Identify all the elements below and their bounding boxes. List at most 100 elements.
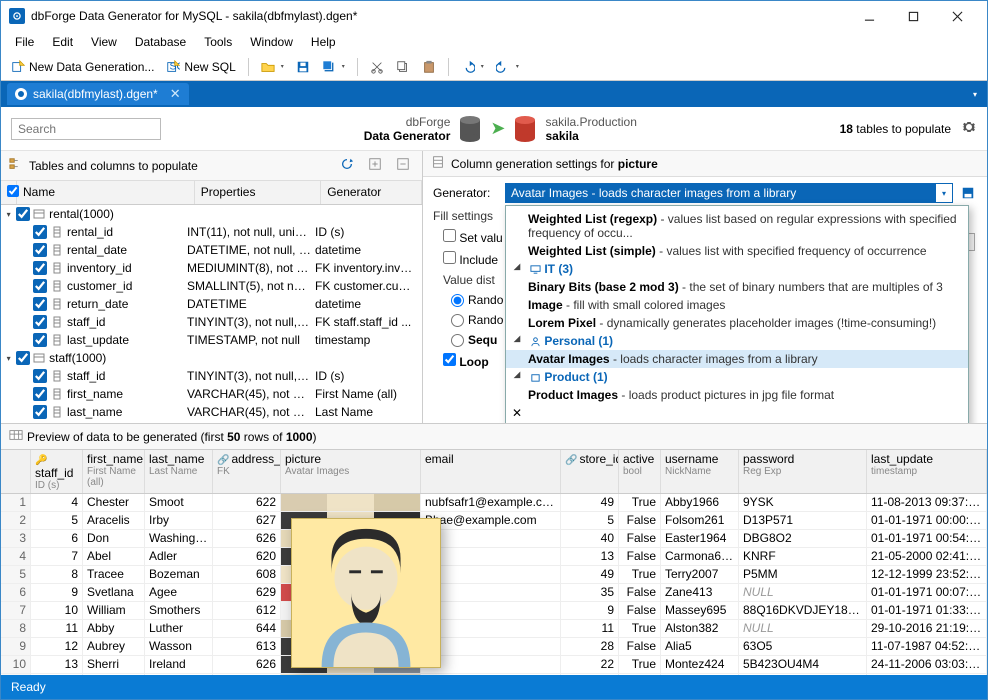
save-all-button[interactable]: ▾ xyxy=(318,58,349,76)
menu-tools[interactable]: Tools xyxy=(196,32,240,52)
undo-button[interactable]: ▾ xyxy=(457,58,488,76)
column-row[interactable]: last_updateTIMESTAMP, not nulltimestamp xyxy=(1,331,422,349)
summary-bar: dbForgeData Generator ➤ sakila.Productio… xyxy=(1,107,987,151)
column-row[interactable]: staff_idTINYINT(3), not null, uniq...ID … xyxy=(1,367,422,385)
grid-row[interactable]: 1013SherriIreland62622TrueMontez4245B423… xyxy=(1,656,987,674)
column-row[interactable]: customer_idSMALLINT(5), not null, un...F… xyxy=(1,277,422,295)
col-gen-header[interactable]: Generator xyxy=(321,181,422,204)
copy-button[interactable] xyxy=(392,58,414,76)
dropdown-item[interactable]: Avatar Images - loads character images f… xyxy=(506,350,968,368)
col-last-name[interactable]: last_nameLast Name xyxy=(145,450,213,493)
col-username[interactable]: usernameNickName xyxy=(661,450,739,493)
column-row[interactable]: rental_dateDATETIME, not null, uniquedat… xyxy=(1,241,422,259)
generator-dropdown[interactable]: Avatar Images - loads character images f… xyxy=(505,183,953,203)
dropdown-caret-icon[interactable]: ▾ xyxy=(935,183,953,203)
grid-row[interactable]: 1114AurelioBrackett60724FalseAshby200257… xyxy=(1,674,987,675)
grid-row[interactable]: 710WilliamSmothers6129FalseMassey69588Q1… xyxy=(1,602,987,620)
minimize-button[interactable] xyxy=(847,2,891,30)
redo-button[interactable]: ▾ xyxy=(492,58,523,76)
generator-settings-panel: Column generation settings for picture G… xyxy=(423,151,987,423)
target-label: sakila.Productionsakila xyxy=(545,115,636,143)
refresh-button[interactable] xyxy=(336,155,358,176)
menu-help[interactable]: Help xyxy=(303,32,344,52)
col-props-header[interactable]: Properties xyxy=(195,181,321,204)
grid-row[interactable]: 58TraceeBozeman60849TrueTerry2007P5MM12-… xyxy=(1,566,987,584)
dropdown-item[interactable]: Weighted List (regexp) - values list bas… xyxy=(506,210,968,242)
col-password[interactable]: passwordReg Exp xyxy=(739,450,867,493)
col-picture[interactable]: pictureAvatar Images xyxy=(281,450,421,493)
tab-label: sakila(dbfmylast).dgen* xyxy=(33,87,158,101)
tabs-dropdown[interactable]: ▾ xyxy=(963,90,987,99)
col-first-name[interactable]: first_nameFirst Name (all) xyxy=(83,450,145,493)
cut-button[interactable] xyxy=(366,58,388,76)
dropdown-item[interactable]: Lorem Pixel - dynamically generates plac… xyxy=(506,314,968,332)
dropdown-item[interactable]: Image - fill with small colored images xyxy=(506,296,968,314)
menu-file[interactable]: File xyxy=(7,32,42,52)
new-sql-button[interactable]: SQL New SQL xyxy=(162,58,239,76)
tables-panel: Tables and columns to populate Name Prop… xyxy=(1,151,423,423)
column-icon xyxy=(431,155,445,172)
search-input[interactable] xyxy=(11,118,161,140)
tab-icon xyxy=(15,88,27,100)
window-title: dbForge Data Generator for MySQL - sakil… xyxy=(31,9,847,23)
dropdown-category[interactable]: ◢ Product (1) xyxy=(506,368,968,386)
separator xyxy=(448,58,449,76)
save-button[interactable] xyxy=(292,58,314,76)
grid-row[interactable]: 811AbbyLuther64411TrueAlston382NULL29-10… xyxy=(1,620,987,638)
settings-gear-icon[interactable] xyxy=(961,119,977,138)
grid-row[interactable]: 36DonWashington62640FalseEaster1964DBG8O… xyxy=(1,530,987,548)
generator-dropdown-list[interactable]: Weighted List (regexp) - values list bas… xyxy=(505,205,969,423)
col-email[interactable]: email xyxy=(421,450,561,493)
menu-view[interactable]: View xyxy=(83,32,125,52)
separator xyxy=(357,58,358,76)
col-address-id[interactable]: 🔗address_idFK xyxy=(213,450,281,493)
dropdown-close-button[interactable]: ✕ xyxy=(506,404,968,422)
grid-row[interactable]: 69SvetlanaAgee62935FalseZane413NULL01-01… xyxy=(1,584,987,602)
dropdown-item[interactable]: Binary Bits (base 2 mod 3) - the set of … xyxy=(506,278,968,296)
grid-row[interactable]: 14ChesterSmoot622nubfsafr1@example.com49… xyxy=(1,494,987,512)
column-row[interactable]: return_dateDATETIMEdatetime xyxy=(1,295,422,313)
tab-close-button[interactable]: ✕ xyxy=(170,86,181,102)
app-icon xyxy=(9,8,25,24)
col-active[interactable]: activebool xyxy=(619,450,661,493)
new-data-generation-button[interactable]: New Data Generation... xyxy=(7,58,158,76)
column-row[interactable]: first_nameVARCHAR(45), not nullFirst Nam… xyxy=(1,385,422,403)
generator-label: dbForgeData Generator xyxy=(364,115,451,143)
column-row[interactable]: inventory_idMEDIUMINT(8), not null, u...… xyxy=(1,259,422,277)
col-staff-id[interactable]: 🔑staff_idID (s) xyxy=(31,450,83,493)
close-button[interactable] xyxy=(935,2,979,30)
column-row[interactable]: rental_idINT(11), not null, uniqueID (s) xyxy=(1,223,422,241)
target-db-icon xyxy=(515,116,535,142)
maximize-button[interactable] xyxy=(891,2,935,30)
expand-button[interactable] xyxy=(364,155,386,176)
document-tab[interactable]: sakila(dbfmylast).dgen* ✕ xyxy=(7,83,189,105)
column-row[interactable]: last_nameVARCHAR(45), not nullLast Name xyxy=(1,403,422,421)
col-last-update[interactable]: last_updatetimestamp xyxy=(867,450,987,493)
table-row[interactable]: ▾rental(1000) xyxy=(1,205,422,223)
column-row[interactable]: staff_idTINYINT(3), not null, unsi...FK … xyxy=(1,313,422,331)
open-button[interactable]: ▾ xyxy=(257,58,288,76)
grid-row[interactable]: 47AbelAdler62013FalseCarmona618KNRF21-05… xyxy=(1,548,987,566)
main-toolbar: New Data Generation... SQL New SQL ▾ ▾ ▾… xyxy=(1,53,987,81)
grid-row[interactable]: 912AubreyWasson61328FalseAlia563O511-07-… xyxy=(1,638,987,656)
col-store-id[interactable]: 🔗store_id xyxy=(561,450,619,493)
dropdown-item[interactable]: Weighted List (simple) - values list wit… xyxy=(506,242,968,260)
table-row[interactable]: ▾staff(1000) xyxy=(1,349,422,367)
dropdown-category[interactable]: ◢ IT (3) xyxy=(506,260,968,278)
preview-section: Preview of data to be generated (first 5… xyxy=(1,423,987,675)
document-tabs: sakila(dbfmylast).dgen* ✕ ▾ xyxy=(1,81,987,107)
collapse-button[interactable] xyxy=(392,155,414,176)
dropdown-category[interactable]: ◢ Personal (1) xyxy=(506,332,968,350)
generator-label: Generator: xyxy=(433,186,499,200)
tree-icon xyxy=(9,157,23,174)
dropdown-item[interactable]: Product Images - loads product pictures … xyxy=(506,386,968,404)
col-name-header[interactable]: Name xyxy=(17,181,195,204)
btn-label: New Data Generation... xyxy=(29,60,154,74)
menu-window[interactable]: Window xyxy=(242,32,301,52)
paste-button[interactable] xyxy=(418,58,440,76)
grid-row[interactable]: 25AracelisIrby627Bhae@example.com5FalseF… xyxy=(1,512,987,530)
preview-icon xyxy=(9,428,23,445)
save-generator-button[interactable] xyxy=(959,186,977,200)
menu-database[interactable]: Database xyxy=(127,32,194,52)
menu-edit[interactable]: Edit xyxy=(44,32,81,52)
